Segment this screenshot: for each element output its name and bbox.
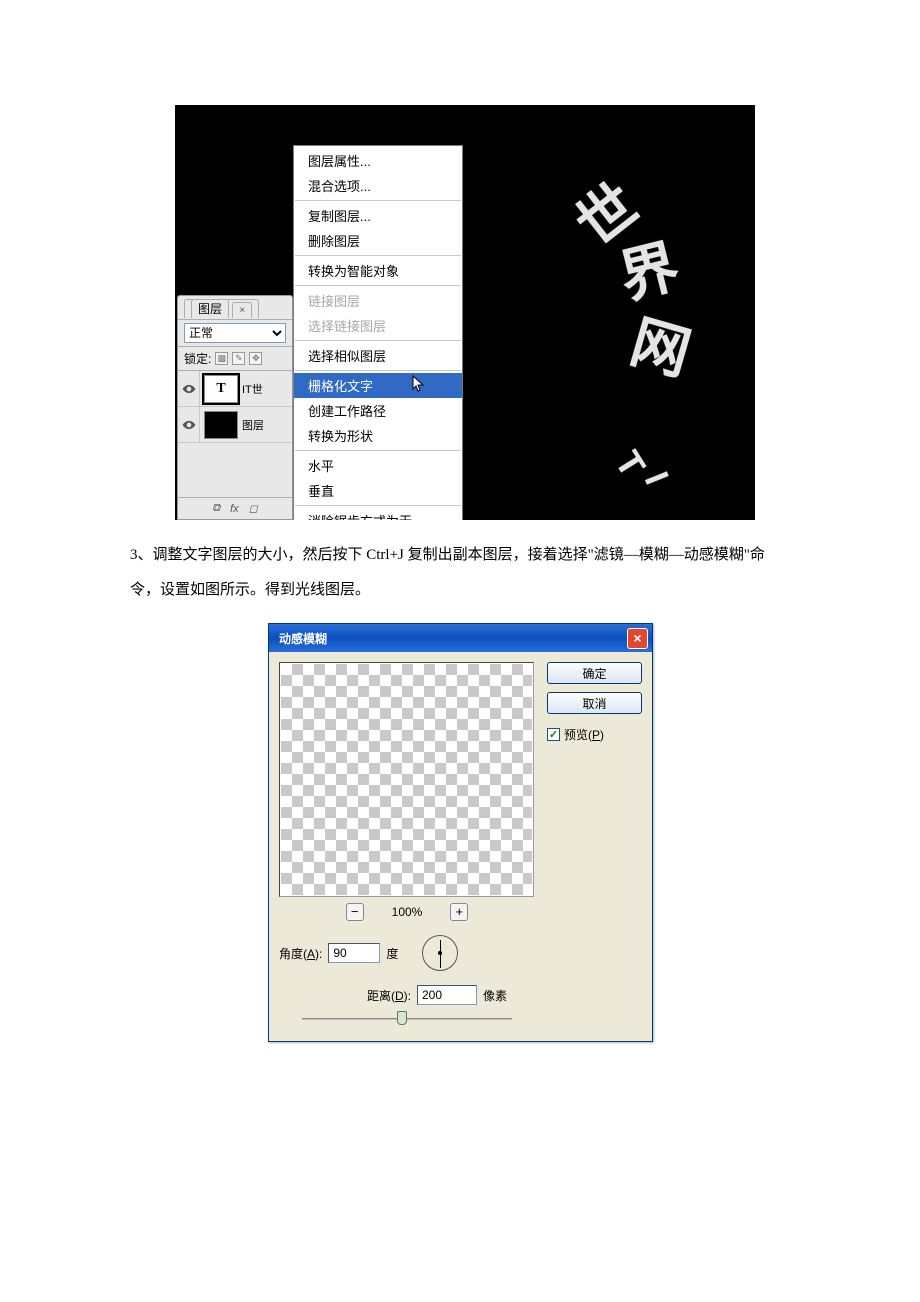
motion-blur-dialog: 动感模糊 × − 100% + 角度(A): 度 距离(D): 像素 bbox=[268, 623, 653, 1042]
menu-item[interactable]: 选择相似图层 bbox=[294, 343, 462, 368]
angle-label: 角度(A): bbox=[279, 945, 322, 962]
lock-paint-icon[interactable]: ✎ bbox=[232, 352, 245, 365]
lock-transparent-icon[interactable]: ▩ bbox=[215, 352, 228, 365]
menu-separator bbox=[295, 340, 461, 341]
menu-separator bbox=[295, 450, 461, 451]
menu-item[interactable]: 混合选项... bbox=[294, 173, 462, 198]
preview-area[interactable] bbox=[279, 662, 534, 897]
menu-item[interactable]: 转换为智能对象 bbox=[294, 258, 462, 283]
slider-track bbox=[302, 1018, 512, 1020]
visibility-toggle-icon[interactable] bbox=[178, 407, 200, 442]
distance-label: 距离(D): bbox=[367, 987, 411, 1004]
layers-tab-label: 图层 bbox=[191, 299, 229, 318]
arc-glyph: T bbox=[606, 444, 653, 485]
cancel-button[interactable]: 取消 bbox=[547, 692, 642, 714]
menu-item: 链接图层 bbox=[294, 288, 462, 313]
layer-thumb-bg[interactable] bbox=[204, 411, 238, 439]
menu-item[interactable]: 图层属性... bbox=[294, 148, 462, 173]
close-icon[interactable]: × bbox=[627, 628, 648, 649]
preview-label: 预览(P) bbox=[564, 726, 604, 743]
arc-glyph: 网 bbox=[623, 295, 702, 392]
distance-slider[interactable] bbox=[302, 1011, 512, 1027]
menu-separator bbox=[295, 370, 461, 371]
dialog-title: 动感模糊 bbox=[279, 630, 627, 647]
zoom-controls: − 100% + bbox=[279, 903, 535, 921]
menu-separator bbox=[295, 285, 461, 286]
layer-context-menu: 图层属性...混合选项... 复制图层...删除图层转换为智能对象链接图层选择链接… bbox=[293, 145, 463, 520]
layers-panel-tab[interactable]: 图层 × bbox=[178, 296, 292, 319]
angle-input[interactable] bbox=[328, 943, 380, 963]
layers-panel-footer: ⧉ fx ◻ bbox=[178, 497, 292, 519]
menu-item[interactable]: 水平 bbox=[294, 453, 462, 478]
menu-item[interactable]: 删除图层 bbox=[294, 228, 462, 253]
menu-item[interactable]: 垂直 bbox=[294, 478, 462, 503]
menu-item[interactable]: 栅格化文字 bbox=[294, 373, 462, 398]
preview-checkbox[interactable]: ✓ bbox=[547, 728, 560, 741]
arc-glyph: 界 bbox=[610, 219, 687, 315]
zoom-out-button[interactable]: − bbox=[346, 903, 364, 921]
menu-item[interactable]: 复制图层... bbox=[294, 203, 462, 228]
lock-label: 锁定: bbox=[184, 350, 211, 367]
close-icon[interactable]: × bbox=[232, 302, 252, 318]
angle-row: 角度(A): 度 bbox=[279, 935, 535, 971]
lock-move-icon[interactable]: ✥ bbox=[249, 352, 262, 365]
layer-row-bg[interactable]: 图层 bbox=[178, 407, 292, 443]
menu-item[interactable]: 转换为形状 bbox=[294, 423, 462, 448]
menu-item[interactable]: 消除锯齿方式为无 bbox=[294, 508, 462, 520]
arc-glyph: I bbox=[636, 467, 676, 490]
zoom-value: 100% bbox=[392, 905, 423, 919]
cursor-icon bbox=[412, 375, 426, 396]
menu-separator bbox=[295, 200, 461, 201]
zoom-in-button[interactable]: + bbox=[450, 903, 468, 921]
distance-input[interactable] bbox=[417, 985, 477, 1005]
fx-icon[interactable]: fx bbox=[230, 503, 239, 515]
visibility-toggle-icon[interactable] bbox=[178, 371, 200, 406]
mask-icon[interactable]: ◻ bbox=[249, 502, 258, 515]
angle-dial[interactable] bbox=[422, 935, 458, 971]
preview-checkbox-row[interactable]: ✓ 预览(P) bbox=[547, 726, 642, 743]
angle-unit: 度 bbox=[386, 945, 398, 962]
layer-name-bg[interactable]: 图层 bbox=[242, 417, 292, 433]
checkerboard-pattern bbox=[281, 664, 532, 895]
dialog-titlebar[interactable]: 动感模糊 × bbox=[269, 624, 652, 652]
layer-thumb-text[interactable]: T bbox=[204, 375, 238, 403]
distance-row: 距离(D): 像素 bbox=[279, 985, 535, 1005]
screenshot-layers-contextmenu: IT世界网 图层 × 正常 锁定: ▩ ✎ ✥ T IT世 bbox=[175, 105, 755, 520]
menu-separator bbox=[295, 505, 461, 506]
distance-unit: 像素 bbox=[483, 987, 507, 1004]
warped-text-art: IT世界网 bbox=[465, 163, 745, 463]
slider-thumb[interactable] bbox=[397, 1011, 407, 1025]
menu-item[interactable]: 创建工作路径 bbox=[294, 398, 462, 423]
layer-row-text[interactable]: T IT世 bbox=[178, 371, 292, 407]
menu-separator bbox=[295, 255, 461, 256]
blend-mode-select[interactable]: 正常 bbox=[184, 323, 286, 343]
lock-row: 锁定: ▩ ✎ ✥ bbox=[178, 346, 292, 371]
article-step-3: 3、调整文字图层的大小，然后按下 Ctrl+J 复制出副本图层，接着选择"滤镜—… bbox=[130, 538, 790, 607]
layer-name-text[interactable]: IT世 bbox=[242, 381, 292, 397]
ok-button[interactable]: 确定 bbox=[547, 662, 642, 684]
link-icon[interactable]: ⧉ bbox=[212, 502, 220, 515]
layers-panel: 图层 × 正常 锁定: ▩ ✎ ✥ T IT世 bbox=[177, 295, 293, 520]
menu-item: 选择链接图层 bbox=[294, 313, 462, 338]
arc-glyph: 世 bbox=[555, 160, 652, 262]
